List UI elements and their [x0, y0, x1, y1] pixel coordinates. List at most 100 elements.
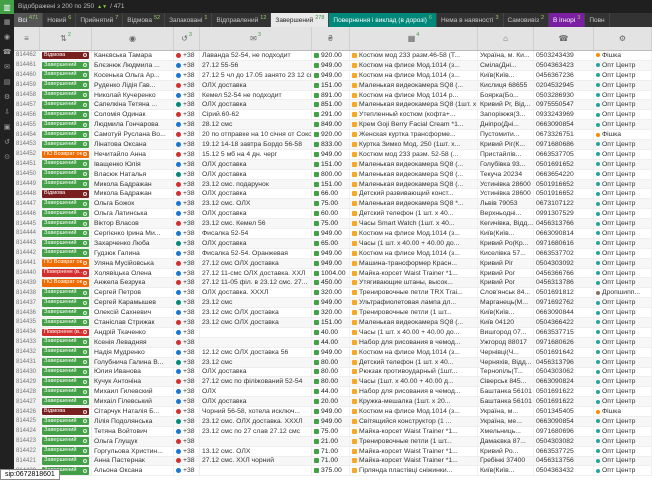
status-badge[interactable]: Завершений	[42, 338, 89, 346]
sidebar-icon-8[interactable]: ↺	[0, 134, 14, 149]
column-header-product[interactable]: ▦4	[350, 27, 478, 50]
tab-Прийнятий[interactable]: Прийнятий7	[76, 13, 123, 27]
table-row[interactable]: 814436ЗавершенийОлексій Сахневич+3823.12…	[14, 308, 652, 318]
status-badge[interactable]: Завершений	[42, 71, 89, 79]
status-badge[interactable]: Завершений	[42, 170, 89, 178]
phone-call-cell[interactable]: +38	[174, 328, 200, 337]
status-badge[interactable]: Завершений	[42, 240, 89, 248]
table-row[interactable]: 814458ЗавершенийНиколай Кучеренко+38Кеме…	[14, 91, 652, 101]
status-badge[interactable]: Завершений	[42, 437, 89, 445]
status-badge[interactable]: Завершений	[42, 299, 89, 307]
phone-call-cell[interactable]: +38	[174, 417, 200, 426]
tab-Повн[interactable]: Повн	[585, 13, 609, 27]
phone-call-cell[interactable]: +38	[174, 71, 200, 80]
status-badge[interactable]: Завершений	[42, 91, 89, 99]
status-badge[interactable]: Завершений	[42, 418, 89, 426]
column-header-tel[interactable]: ☎	[534, 27, 594, 50]
sidebar-icon-6[interactable]: ⇩	[0, 104, 14, 119]
phone-call-cell[interactable]: +38	[174, 140, 200, 149]
tab-Відправлений[interactable]: Відправлений12	[212, 13, 271, 27]
table-row[interactable]: 814427ЗавершенийМихаіл Гілевський+38ОЛХ …	[14, 397, 652, 407]
table-row[interactable]: 814462ВідмоваКанєвська Тамара+38Лаванда …	[14, 51, 652, 61]
phone-call-cell[interactable]: +38	[174, 259, 200, 268]
tab-Самовивіз[interactable]: Самовивіз2	[504, 13, 550, 27]
phone-call-cell[interactable]: +38	[174, 219, 200, 228]
phone-call-cell[interactable]: +38	[174, 170, 200, 179]
table-row[interactable]: 814446ЗавершенийОльга Латинська+38ОЛХ до…	[14, 209, 652, 219]
status-badge[interactable]: Завершений	[42, 378, 89, 386]
table-row[interactable]: 814453ЗавершенийЛінатова Оксана+3819.12 …	[14, 140, 652, 150]
phone-call-cell[interactable]: +38	[174, 239, 200, 248]
phone-call-cell[interactable]: +38	[174, 61, 200, 70]
column-header-id[interactable]: ≡	[14, 27, 40, 50]
status-badge[interactable]: Завершений	[42, 160, 89, 168]
column-header-source[interactable]: ⚙	[594, 27, 652, 50]
table-row[interactable]: 814445ЗавершенийВіктор Власов+3823.12 см…	[14, 219, 652, 229]
phone-call-cell[interactable]: +38	[174, 318, 200, 327]
table-row[interactable]: 814450ЗавершенийВласюк Наталья+38ОЛХ дос…	[14, 170, 652, 180]
phone-call-cell[interactable]: +38	[174, 130, 200, 139]
phone-call-cell[interactable]: +38	[174, 397, 200, 406]
table-row[interactable]: 814434Поверненн (в..Андрій Ткаченко+3840…	[14, 328, 652, 338]
status-badge[interactable]: Завершений	[42, 230, 89, 238]
status-badge[interactable]: Завершений	[42, 81, 89, 89]
status-badge[interactable]: Завершений	[42, 131, 89, 139]
phone-call-cell[interactable]: +38	[174, 160, 200, 169]
sidebar-icon-4[interactable]: ▤	[0, 74, 14, 89]
table-row[interactable]: 814425ЗавершенийЛілія Подолянська+3823.1…	[14, 417, 652, 427]
status-badge[interactable]: Завершений	[42, 101, 89, 109]
phone-call-cell[interactable]: +38	[174, 387, 200, 396]
sidebar-icon-0[interactable]: ▦	[0, 14, 14, 29]
sidebar-icon-2[interactable]: ☎	[0, 44, 14, 59]
status-badge[interactable]: Відмова	[42, 190, 89, 198]
table-row[interactable]: 814449ЗавершенийМикола Бадражан+3823.12 …	[14, 180, 652, 190]
status-badge[interactable]: Завершений	[42, 121, 89, 129]
status-badge[interactable]: ПО Возврат ок	[42, 151, 89, 159]
phone-call-cell[interactable]: +38	[174, 81, 200, 90]
column-header-name[interactable]: ◉	[92, 27, 174, 50]
table-row[interactable]: 814428ЗавершенийМихаил Гилевский+38ОЛХ44…	[14, 387, 652, 397]
table-row[interactable]: 814456ЗавершенийСоломія Одинак+38Сірий.6…	[14, 110, 652, 120]
status-badge[interactable]: Завершений	[42, 388, 89, 396]
phone-call-cell[interactable]: +38	[174, 209, 200, 218]
phone-call-cell[interactable]: +38	[174, 120, 200, 129]
phone-call-cell[interactable]: +38	[174, 298, 200, 307]
table-row[interactable]: 814421ЗавершенийАнна Пастернак+3827.12 с…	[14, 457, 652, 467]
table-row[interactable]: 814431ЗавершенийГолубнича Галина В...+38…	[14, 358, 652, 368]
table-row[interactable]: 814426ВідмоваСітарчук Наталія Б...+38Чор…	[14, 407, 652, 417]
table-row[interactable]: 814451ЗавершенийІващенко Юлія+38ОЛХ дост…	[14, 160, 652, 170]
table-row[interactable]: 814439ПО Возврат окАнжела Безрука+3827.1…	[14, 278, 652, 288]
phone-call-cell[interactable]: +38	[174, 348, 200, 357]
tab-Всі[interactable]: Всі471	[14, 13, 43, 27]
status-badge[interactable]: Завершений	[42, 62, 89, 70]
status-badge[interactable]: Поверненн (в..	[42, 269, 89, 277]
phone-call-cell[interactable]: +38	[174, 358, 200, 367]
table-row[interactable]: 814422ЗавершенийГоргульова Христин...+38…	[14, 447, 652, 457]
table-row[interactable]: 814438ЗавершенийСергей Петров+38ОЛХ дост…	[14, 288, 652, 298]
status-badge[interactable]: ПО Возврат ок	[42, 279, 89, 287]
table-row[interactable]: 814442ЗавершенийГудзюк Галина+38Фисалка …	[14, 249, 652, 259]
status-badge[interactable]: ПО Возврат ок	[42, 259, 89, 267]
phone-call-cell[interactable]: +38	[174, 91, 200, 100]
table-row[interactable]: 814444ЗавершенийСергієнко Ірина Ми...+38…	[14, 229, 652, 239]
tab-Нема в наявності[interactable]: Нема в наявності3	[437, 13, 504, 27]
status-badge[interactable]: Завершений	[42, 319, 89, 327]
column-header-comment[interactable]: ✉3	[200, 27, 312, 50]
status-badge[interactable]: Завершений	[42, 210, 89, 218]
sort-arrows-icon[interactable]: ▲▼	[97, 4, 107, 10]
table-row[interactable]: 814432ЗавершенийНадія Мудренко+3812.12 с…	[14, 348, 652, 358]
status-badge[interactable]: Завершений	[42, 141, 89, 149]
phone-call-cell[interactable]: +38	[174, 150, 200, 159]
tab-Відмова[interactable]: Відмова52	[123, 13, 165, 27]
table-row[interactable]: 814420ЗавершенийАльона Оксана+38375.00Гі…	[14, 466, 652, 476]
phone-call-cell[interactable]: +38	[174, 229, 200, 238]
tab-Завершений[interactable]: Завершений278	[271, 13, 329, 27]
phone-call-cell[interactable]: +38	[174, 447, 200, 456]
table-row[interactable]: 814459ЗавершенийРуденко Лідія Гав...+38О…	[14, 81, 652, 91]
status-badge[interactable]: Завершений	[42, 427, 89, 435]
phone-call-cell[interactable]: +38	[174, 407, 200, 416]
sidebar-icon-1[interactable]: ◉	[0, 29, 14, 44]
status-badge[interactable]: Завершений	[42, 447, 89, 455]
phone-call-cell[interactable]: +38	[174, 427, 200, 436]
table-row[interactable]: 814461ЗавершенийБлєзнюк Людмила ...+3827…	[14, 61, 652, 71]
